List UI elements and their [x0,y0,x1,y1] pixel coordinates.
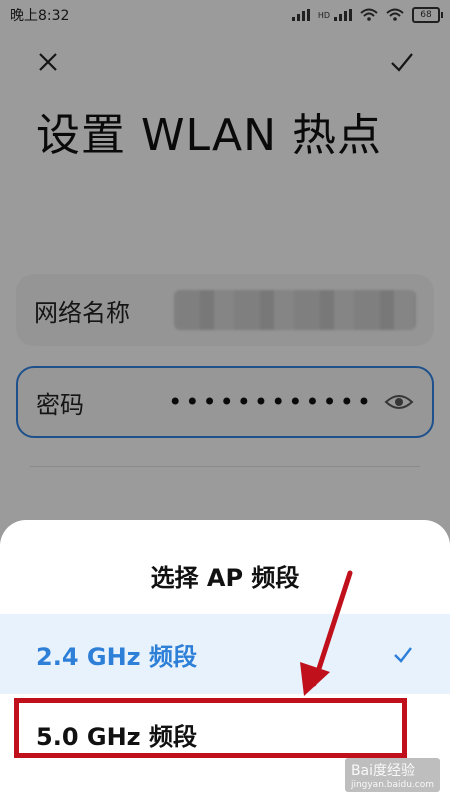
watermark-text: Bai度经验 [350,763,416,779]
option-2-4ghz[interactable]: 2.4 GHz 频段 [0,614,450,694]
sheet-title: 选择 AP 频段 [150,564,300,592]
option-label: 2.4 GHz 频段 [36,642,197,671]
selected-check-icon [394,647,412,663]
watermark-subtext: jingyan.baidu.com [350,780,434,790]
baidu-watermark: Bai度经验 jingyan.baidu.com [344,758,440,792]
annotation-highlight-box [14,698,407,758]
